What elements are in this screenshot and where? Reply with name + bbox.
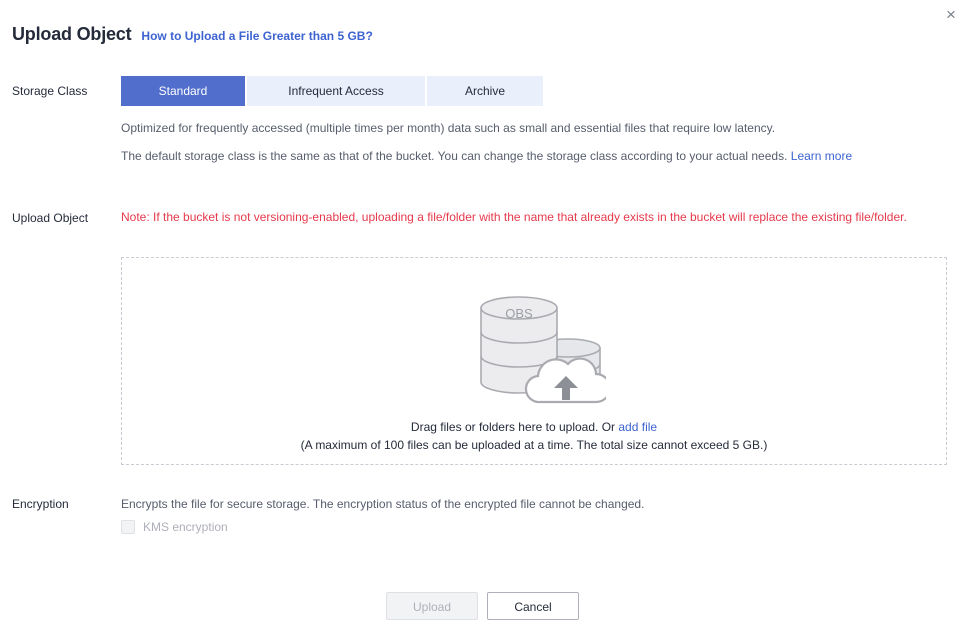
- dialog-header: Upload Object How to Upload a File Great…: [12, 24, 373, 45]
- obs-upload-icon: OBS: [480, 296, 606, 404]
- storage-class-tabs: Standard Infrequent Access Archive: [121, 76, 545, 106]
- kms-encryption-label: KMS encryption: [143, 520, 228, 534]
- upload-object-dialog: × Upload Object How to Upload a File Gre…: [0, 0, 960, 620]
- obs-text: OBS: [505, 306, 533, 321]
- add-file-link[interactable]: add file: [618, 420, 657, 434]
- kms-encryption-option[interactable]: KMS encryption: [121, 520, 228, 534]
- file-dropzone[interactable]: OBS Drag files or folders here to upload…: [121, 257, 947, 465]
- tab-archive[interactable]: Archive: [427, 76, 543, 106]
- encryption-label: Encryption: [12, 497, 69, 511]
- tab-standard[interactable]: Standard: [121, 76, 245, 106]
- default-note-text: The default storage class is the same as…: [121, 149, 788, 163]
- upload-limit-text: (A maximum of 100 files can be uploaded …: [300, 438, 768, 452]
- learn-more-link[interactable]: Learn more: [791, 149, 852, 163]
- dialog-title: Upload Object: [12, 24, 132, 44]
- upload-object-label: Upload Object: [12, 211, 89, 225]
- overwrite-warning: Note: If the bucket is not versioning-en…: [121, 210, 907, 224]
- storage-class-default-note: The default storage class is the same as…: [121, 148, 931, 165]
- tab-infrequent-access[interactable]: Infrequent Access: [247, 76, 425, 106]
- cancel-button[interactable]: Cancel: [487, 592, 579, 620]
- help-link-large-file[interactable]: How to Upload a File Greater than 5 GB?: [141, 29, 372, 43]
- drag-instructions: Drag files or folders here to upload. Or…: [122, 420, 946, 434]
- storage-class-label: Storage Class: [12, 84, 88, 98]
- encryption-description: Encrypts the file for secure storage. Th…: [121, 497, 645, 511]
- drag-text: Drag files or folders here to upload. Or: [410, 420, 616, 434]
- kms-encryption-checkbox[interactable]: [121, 520, 135, 534]
- storage-class-description: Optimized for frequently accessed (multi…: [121, 121, 776, 135]
- upload-button[interactable]: Upload: [386, 592, 478, 620]
- close-icon[interactable]: ×: [946, 6, 956, 23]
